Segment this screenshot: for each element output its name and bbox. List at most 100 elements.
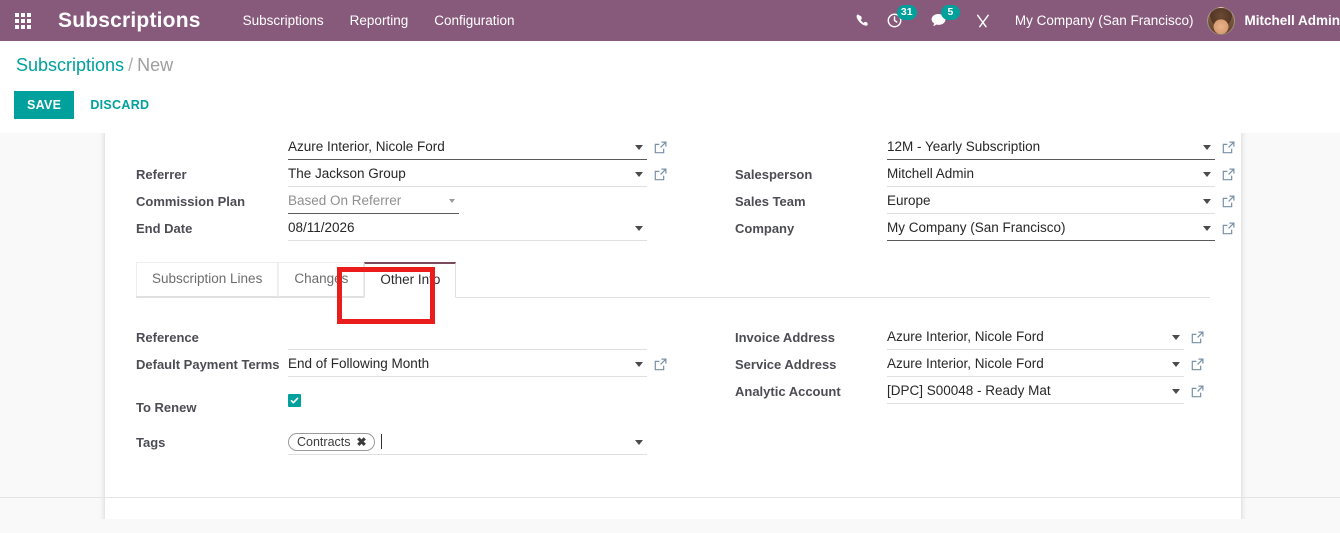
tag-remove-icon[interactable]: ✖ <box>357 435 367 449</box>
sales-team-input[interactable]: Europe <box>887 188 1215 214</box>
internal-link-icon[interactable] <box>647 358 673 371</box>
breadcrumb-current: New <box>137 55 173 75</box>
menu-item-subscriptions[interactable]: Subscriptions <box>243 13 324 28</box>
commission-plan-value: Based On Referrer <box>288 193 401 208</box>
service-address-input[interactable]: Azure Interior, Nicole Ford <box>887 351 1184 377</box>
field-label-service-address: Service Address <box>735 351 887 378</box>
default-payment-terms-input[interactable]: End of Following Month <box>288 351 647 377</box>
messages-icon[interactable]: 5 <box>923 0 955 41</box>
invoice-address-input[interactable]: Azure Interior, Nicole Ford <box>887 324 1184 350</box>
control-panel: Subscriptions/New SAVE DISCARD <box>0 41 1340 133</box>
chevron-down-icon[interactable] <box>1172 362 1180 367</box>
referrer-value: The Jackson Group <box>288 166 406 181</box>
tab-changes[interactable]: Changes <box>278 262 364 297</box>
chevron-down-icon[interactable] <box>1172 335 1180 340</box>
invoice-address-value: Azure Interior, Nicole Ford <box>887 329 1044 344</box>
field-label-reference: Reference <box>136 324 288 351</box>
clipped-field-row: Azure Interior, Nicole Ford <box>105 133 1241 161</box>
chevron-down-icon[interactable] <box>449 199 455 203</box>
field-label-invoice-address: Invoice Address <box>735 324 887 351</box>
field-sales-team: Sales Team Europe <box>735 188 1241 215</box>
other-info-right-column: Invoice Address Azure Interior, Nicole F… <box>673 324 1210 456</box>
notebook: Subscription Lines Changes Other Info Re… <box>105 264 1241 456</box>
reference-input[interactable] <box>288 324 647 350</box>
field-commission-plan: Commission Plan Based On Referrer <box>136 188 673 215</box>
activity-badge-count: 31 <box>897 5 917 20</box>
field-label-sales-team: Sales Team <box>735 188 887 215</box>
main-menu: Subscriptions Reporting Configuration <box>243 13 515 28</box>
messages-badge-count: 5 <box>941 5 960 20</box>
field-label-end-date: End Date <box>136 215 288 242</box>
field-label-tags: Tags <box>136 429 288 456</box>
tab-subscription-lines[interactable]: Subscription Lines <box>136 262 278 297</box>
top-navbar: Subscriptions Subscriptions Reporting Co… <box>0 0 1340 41</box>
field-label-default-payment-terms: Default Payment Terms <box>136 351 288 375</box>
field-label-referrer: Referrer <box>136 161 288 188</box>
chevron-down-icon[interactable] <box>1203 199 1211 204</box>
current-company-label[interactable]: My Company (San Francisco) <box>1015 13 1194 28</box>
internal-link-icon[interactable] <box>1184 385 1210 398</box>
save-button[interactable]: SAVE <box>14 91 74 119</box>
chevron-down-icon[interactable] <box>1203 145 1211 150</box>
chevron-down-icon[interactable] <box>635 440 643 445</box>
breadcrumb-separator: / <box>128 55 133 75</box>
end-date-input[interactable]: 08/11/2026 <box>288 215 647 241</box>
clipped-right-field[interactable]: 12M - Yearly Subscription <box>887 134 1215 160</box>
company-value: My Company (San Francisco) <box>887 220 1066 235</box>
chevron-down-icon[interactable] <box>1203 172 1211 177</box>
other-info-left-column: Reference Default Payment Terms <box>136 324 673 456</box>
field-label-commission-plan: Commission Plan <box>136 188 288 215</box>
company-input[interactable]: My Company (San Francisco) <box>887 215 1215 241</box>
internal-link-icon[interactable] <box>647 168 673 181</box>
tab-other-info[interactable]: Other Info <box>364 262 456 298</box>
breadcrumb: Subscriptions/New <box>0 53 1340 77</box>
chevron-down-icon[interactable] <box>635 362 643 367</box>
apps-menu-button[interactable] <box>0 0 46 41</box>
avatar <box>1207 7 1235 35</box>
internal-link-icon[interactable] <box>1215 195 1241 208</box>
field-reference: Reference <box>136 324 673 351</box>
menu-item-configuration[interactable]: Configuration <box>434 13 514 28</box>
field-salesperson: Salesperson Mitchell Admin <box>735 161 1241 188</box>
internal-link-icon[interactable] <box>647 141 673 154</box>
field-label-analytic-account: Analytic Account <box>735 378 887 405</box>
breadcrumb-subscriptions[interactable]: Subscriptions <box>16 55 124 75</box>
tag-chip[interactable]: Contracts ✖ <box>288 433 375 451</box>
notebook-tabs: Subscription Lines Changes Other Info <box>136 264 1210 298</box>
tab-pane-other-info: Reference Default Payment Terms <box>136 298 1210 456</box>
field-label-company: Company <box>735 215 887 242</box>
activity-clock-icon[interactable]: 31 <box>879 0 911 41</box>
field-analytic-account: Analytic Account [DPC] S00048 - Ready Ma… <box>735 378 1210 405</box>
default-payment-terms-value: End of Following Month <box>288 356 429 371</box>
user-menu[interactable]: Mitchell Admin <box>1207 7 1340 35</box>
commission-plan-input[interactable]: Based On Referrer <box>288 188 459 214</box>
phone-icon[interactable] <box>847 0 879 41</box>
tags-input[interactable]: Contracts ✖ <box>288 429 647 455</box>
internal-link-icon[interactable] <box>1184 358 1210 371</box>
internal-link-icon[interactable] <box>1215 141 1241 154</box>
salesperson-value: Mitchell Admin <box>887 166 974 181</box>
navbar-right-group: 31 5 My Company (San Francisco) Mitchell… <box>847 0 1340 41</box>
internal-link-icon[interactable] <box>1215 222 1241 235</box>
salesperson-input[interactable]: Mitchell Admin <box>887 161 1215 187</box>
debug-tools-icon[interactable] <box>967 0 999 41</box>
chevron-down-icon[interactable] <box>1172 389 1180 394</box>
internal-link-icon[interactable] <box>1215 168 1241 181</box>
menu-item-reporting[interactable]: Reporting <box>350 13 409 28</box>
chevron-down-icon[interactable] <box>1203 226 1211 231</box>
discard-button[interactable]: DISCARD <box>80 91 159 119</box>
analytic-account-input[interactable]: [DPC] S00048 - Ready Mat <box>887 378 1184 404</box>
chevron-down-icon[interactable] <box>635 172 643 177</box>
grid-apps-icon <box>15 13 31 29</box>
clipped-left-field[interactable]: Azure Interior, Nicole Ford <box>288 134 647 160</box>
chevron-down-icon[interactable] <box>635 226 643 231</box>
referrer-input[interactable]: The Jackson Group <box>288 161 647 187</box>
app-brand-title[interactable]: Subscriptions <box>58 9 201 33</box>
internal-link-icon[interactable] <box>1184 331 1210 344</box>
field-service-address: Service Address Azure Interior, Nicole F… <box>735 351 1210 378</box>
to-renew-checkbox[interactable] <box>288 394 301 407</box>
clipped-left-value: Azure Interior, Nicole Ford <box>288 139 445 154</box>
field-label-salesperson: Salesperson <box>735 161 887 188</box>
chevron-down-icon[interactable] <box>635 145 643 150</box>
field-label-to-renew: To Renew <box>136 394 288 421</box>
